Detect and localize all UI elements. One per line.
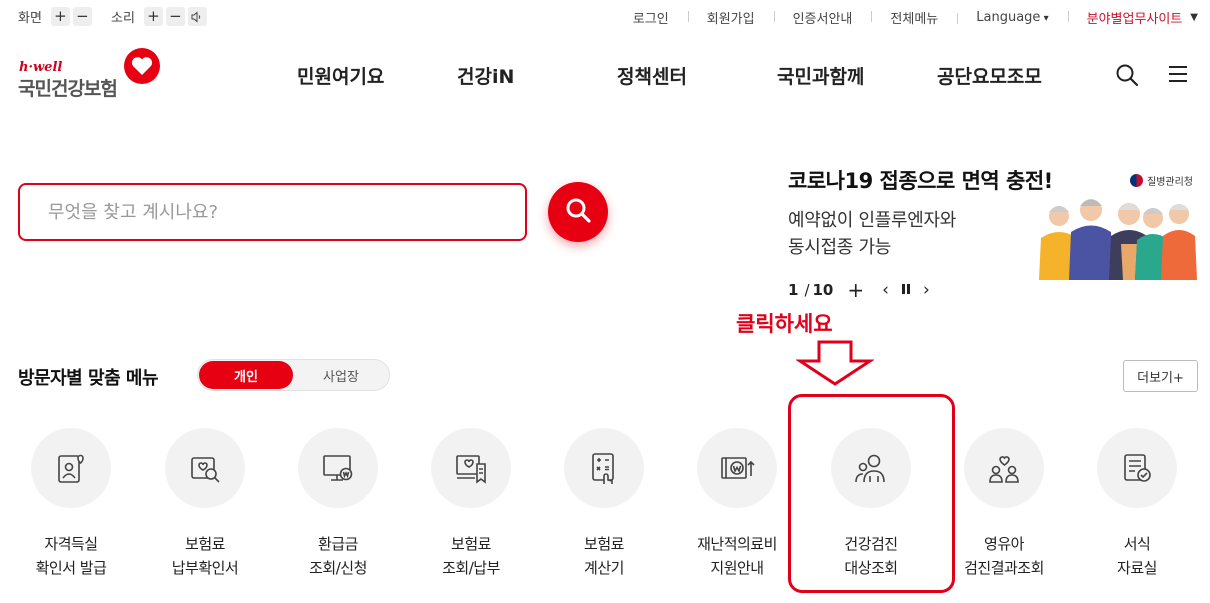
pager-current: 1 xyxy=(788,281,799,299)
hamburger-menu-icon[interactable] xyxy=(1167,63,1189,89)
main-nav: 민원여기요 건강iN 정책센터 국민과함께 공단요모조모 xyxy=(0,62,1210,90)
won-support-icon xyxy=(697,428,777,508)
tab-personal[interactable]: 개인 xyxy=(199,361,293,389)
menu-label-line1: 자격득실 xyxy=(44,535,98,553)
sound-label: 소리 xyxy=(111,11,135,26)
pager-total: 10 xyxy=(812,281,834,299)
search-document-icon xyxy=(165,428,245,508)
menu-item-catastrophic-medical-support[interactable]: 재난적의료비 지원안내 xyxy=(672,428,802,580)
more-button[interactable]: 더보기+ xyxy=(1123,360,1198,392)
sound-control: 소리 + − xyxy=(111,7,207,26)
checkup-people-icon xyxy=(831,428,911,508)
chevron-right-icon[interactable]: › xyxy=(923,280,930,300)
calculator-icon xyxy=(564,428,644,508)
volume-down-button[interactable]: − xyxy=(165,7,185,26)
agency-name: 질병관리청 xyxy=(1147,177,1193,188)
form-document-icon xyxy=(1097,428,1177,508)
menu-label-line2: 확인서 발급 xyxy=(35,559,107,577)
zoom-in-button[interactable]: + xyxy=(50,7,70,26)
menu-item-payment-confirmation[interactable]: 보험료 납부확인서 xyxy=(140,428,270,580)
all-menu-link[interactable]: 전체메뉴 xyxy=(871,8,957,27)
menu-item-label: 서식 자료실 xyxy=(1072,532,1202,580)
menu-item-label: 재난적의료비 지원안내 xyxy=(672,532,802,580)
nav-item-health-in[interactable]: 건강iN xyxy=(457,62,514,89)
government-emblem-icon xyxy=(1130,174,1143,187)
search-input[interactable] xyxy=(20,185,525,239)
search-box xyxy=(18,183,527,241)
receipt-icon xyxy=(431,428,511,508)
chevron-left-icon[interactable]: ‹ xyxy=(882,280,889,300)
search-icon[interactable] xyxy=(1115,63,1139,91)
menu-item-label: 보험료 조회/납부 xyxy=(406,532,536,580)
agency-logo: 질병관리청 xyxy=(1130,173,1193,188)
section-title: 방문자별 맞춤 메뉴 xyxy=(18,368,159,389)
nav-item-with-people[interactable]: 국민과함께 xyxy=(777,62,864,89)
menu-label-line2: 지원안내 xyxy=(710,559,764,577)
chevron-down-icon: ▼ xyxy=(1190,12,1198,23)
menu-item-label: 보험료 납부확인서 xyxy=(140,532,270,580)
banner-sub-line-2: 동시접종 가능 xyxy=(788,237,891,258)
zoom-out-button[interactable]: − xyxy=(72,7,92,26)
down-arrow-icon xyxy=(796,340,874,386)
click-here-annotation: 클릭하세요 xyxy=(736,312,833,336)
tab-business[interactable]: 사업장 xyxy=(294,361,388,389)
menu-item-premium-payment[interactable]: 보험료 조회/납부 xyxy=(406,428,536,580)
menu-item-label: 영유아 검진결과조회 xyxy=(939,532,1069,580)
menu-label-line2: 조회/납부 xyxy=(442,559,500,577)
menu-item-refund[interactable]: 환급금 조회/신청 xyxy=(273,428,403,580)
menu-label-line2: 조회/신청 xyxy=(309,559,367,577)
utility-links: 로그인 회원가입 인증서안내 전체메뉴 Language 분야별업무사이트 ▼ xyxy=(614,8,1198,27)
menu-label-line2: 대상조회 xyxy=(844,559,898,577)
menu-label-line2: 자료실 xyxy=(1117,559,1157,577)
menu-item-qualification-certificate[interactable]: 자격득실 확인서 발급 xyxy=(6,428,136,580)
menu-item-premium-calculator[interactable]: 보험료 계산기 xyxy=(539,428,669,580)
search-button[interactable] xyxy=(548,182,608,242)
elderly-people-illustration xyxy=(1037,194,1199,284)
menu-label-line1: 건강검진 xyxy=(844,535,898,553)
menu-label-line1: 보험료 xyxy=(451,535,491,553)
screen-zoom-control: 화면 + − xyxy=(18,7,92,26)
business-sites-select[interactable]: 분야별업무사이트 xyxy=(1067,8,1182,27)
speaker-icon[interactable] xyxy=(187,7,207,26)
utility-bar: 화면 + − 소리 + − 로그인 회원가입 인증서안내 전체메뉴 Langua… xyxy=(0,0,1210,34)
promo-banner[interactable]: 코로나19 접종으로 면역 충전! 예약없이 인플루엔자와 동시접종 가능 xyxy=(788,165,1053,261)
id-card-icon xyxy=(31,428,111,508)
plus-icon[interactable]: + xyxy=(847,278,864,302)
language-select[interactable]: Language xyxy=(957,10,1067,25)
menu-item-label: 보험료 계산기 xyxy=(539,532,669,580)
family-icon xyxy=(964,428,1044,508)
search-icon xyxy=(564,196,592,228)
menu-item-forms-library[interactable]: 서식 자료실 xyxy=(1072,428,1202,580)
menu-label-line1: 보험료 xyxy=(584,535,624,553)
certificate-guide-link[interactable]: 인증서안내 xyxy=(773,8,872,27)
banner-pager: 1 / 10 + ‹ › xyxy=(788,278,930,302)
menu-label-line1: 재난적의료비 xyxy=(697,535,777,553)
menu-label-line1: 영유아 xyxy=(984,535,1024,553)
nav-item-civil-service[interactable]: 민원여기요 xyxy=(297,62,384,89)
volume-up-button[interactable]: + xyxy=(143,7,163,26)
menu-item-label: 환급금 조회/신청 xyxy=(273,532,403,580)
banner-subtext: 예약없이 인플루엔자와 동시접종 가능 xyxy=(788,207,1053,261)
nav-item-about-nhis[interactable]: 공단요모조모 xyxy=(937,62,1042,89)
nav-item-policy-center[interactable]: 정책센터 xyxy=(617,62,687,89)
menu-item-health-checkup-lookup[interactable]: 건강검진 대상조회 xyxy=(806,428,936,580)
menu-label-line1: 서식 xyxy=(1123,535,1151,553)
menu-label-line2: 검진결과조회 xyxy=(964,559,1044,577)
login-link[interactable]: 로그인 xyxy=(614,8,688,27)
screen-zoom-label: 화면 xyxy=(18,11,42,26)
menu-item-label: 자격득실 확인서 발급 xyxy=(6,532,136,580)
menu-label-line2: 계산기 xyxy=(584,559,624,577)
pause-icon[interactable] xyxy=(901,280,911,300)
menu-item-label: 건강검진 대상조회 xyxy=(806,532,936,580)
menu-item-infant-checkup-results[interactable]: 영유아 검진결과조회 xyxy=(939,428,1069,580)
signup-link[interactable]: 회원가입 xyxy=(687,8,774,27)
visitor-type-toggle: 개인 사업장 xyxy=(197,359,390,391)
menu-label-line2: 납부확인서 xyxy=(171,559,239,577)
monitor-won-icon xyxy=(298,428,378,508)
menu-label-line1: 보험료 xyxy=(185,535,225,553)
banner-sub-line-1: 예약없이 인플루엔자와 xyxy=(788,210,957,231)
menu-label-line1: 환급금 xyxy=(318,535,358,553)
pager-separator: / xyxy=(804,281,810,299)
banner-headline: 코로나19 접종으로 면역 충전! xyxy=(788,169,1053,193)
